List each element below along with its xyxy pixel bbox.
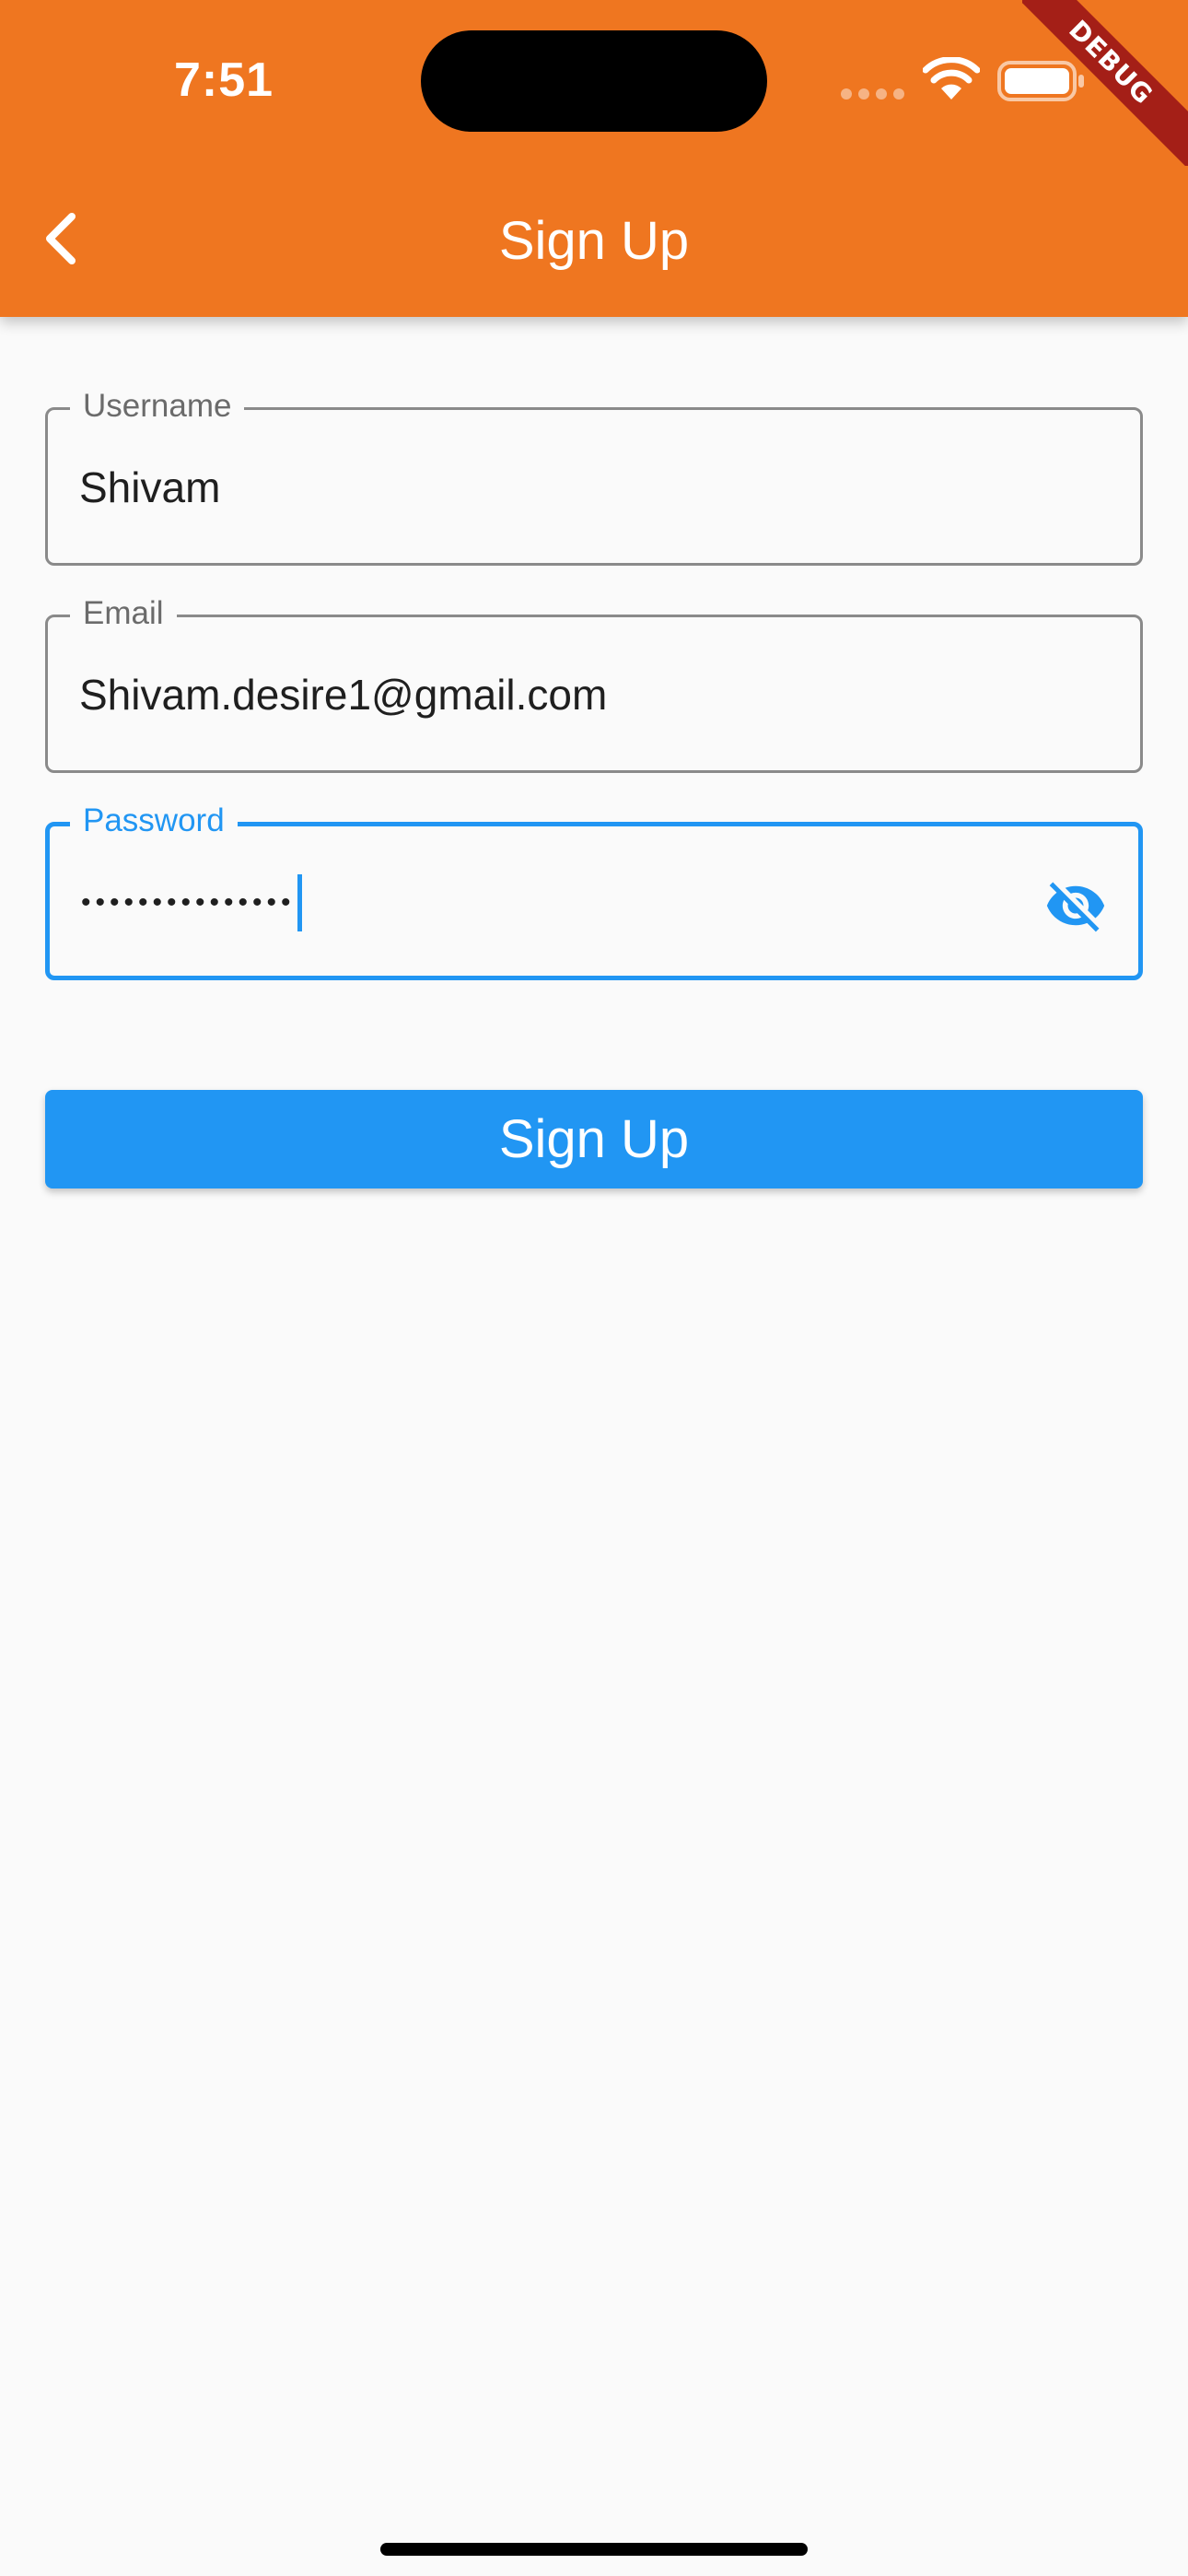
email-label: Email — [70, 593, 177, 634]
wifi-icon — [922, 56, 981, 101]
sign-up-button[interactable]: Sign Up — [45, 1090, 1143, 1188]
password-visibility-toggle[interactable] — [1044, 874, 1107, 937]
app-bar: 7:51 Sign Up — [0, 0, 1188, 317]
username-label: Username — [70, 386, 245, 427]
debug-banner-label: DEBUG — [1022, 0, 1188, 166]
password-input[interactable]: ••••••••••••••• — [81, 869, 302, 937]
email-field[interactable]: Email Shivam.desire1@gmail.com — [45, 593, 1143, 773]
password-label: Password — [70, 801, 238, 841]
home-indicator[interactable] — [380, 2543, 808, 2556]
text-cursor — [297, 874, 302, 931]
password-masked-value: ••••••••••••••• — [81, 887, 296, 918]
dynamic-island — [421, 30, 767, 132]
debug-banner: DEBUG — [1022, 0, 1188, 166]
visibility-off-icon — [1046, 882, 1105, 932]
status-time: 7:51 — [173, 53, 274, 107]
page-title: Sign Up — [498, 211, 690, 271]
email-input[interactable]: Shivam.desire1@gmail.com — [79, 665, 607, 724]
username-field[interactable]: Username Shivam — [45, 386, 1143, 566]
password-field[interactable]: Password ••••••••••••••• — [45, 801, 1143, 980]
cellular-signal-icon — [841, 88, 905, 100]
username-input[interactable]: Shivam — [79, 458, 220, 517]
